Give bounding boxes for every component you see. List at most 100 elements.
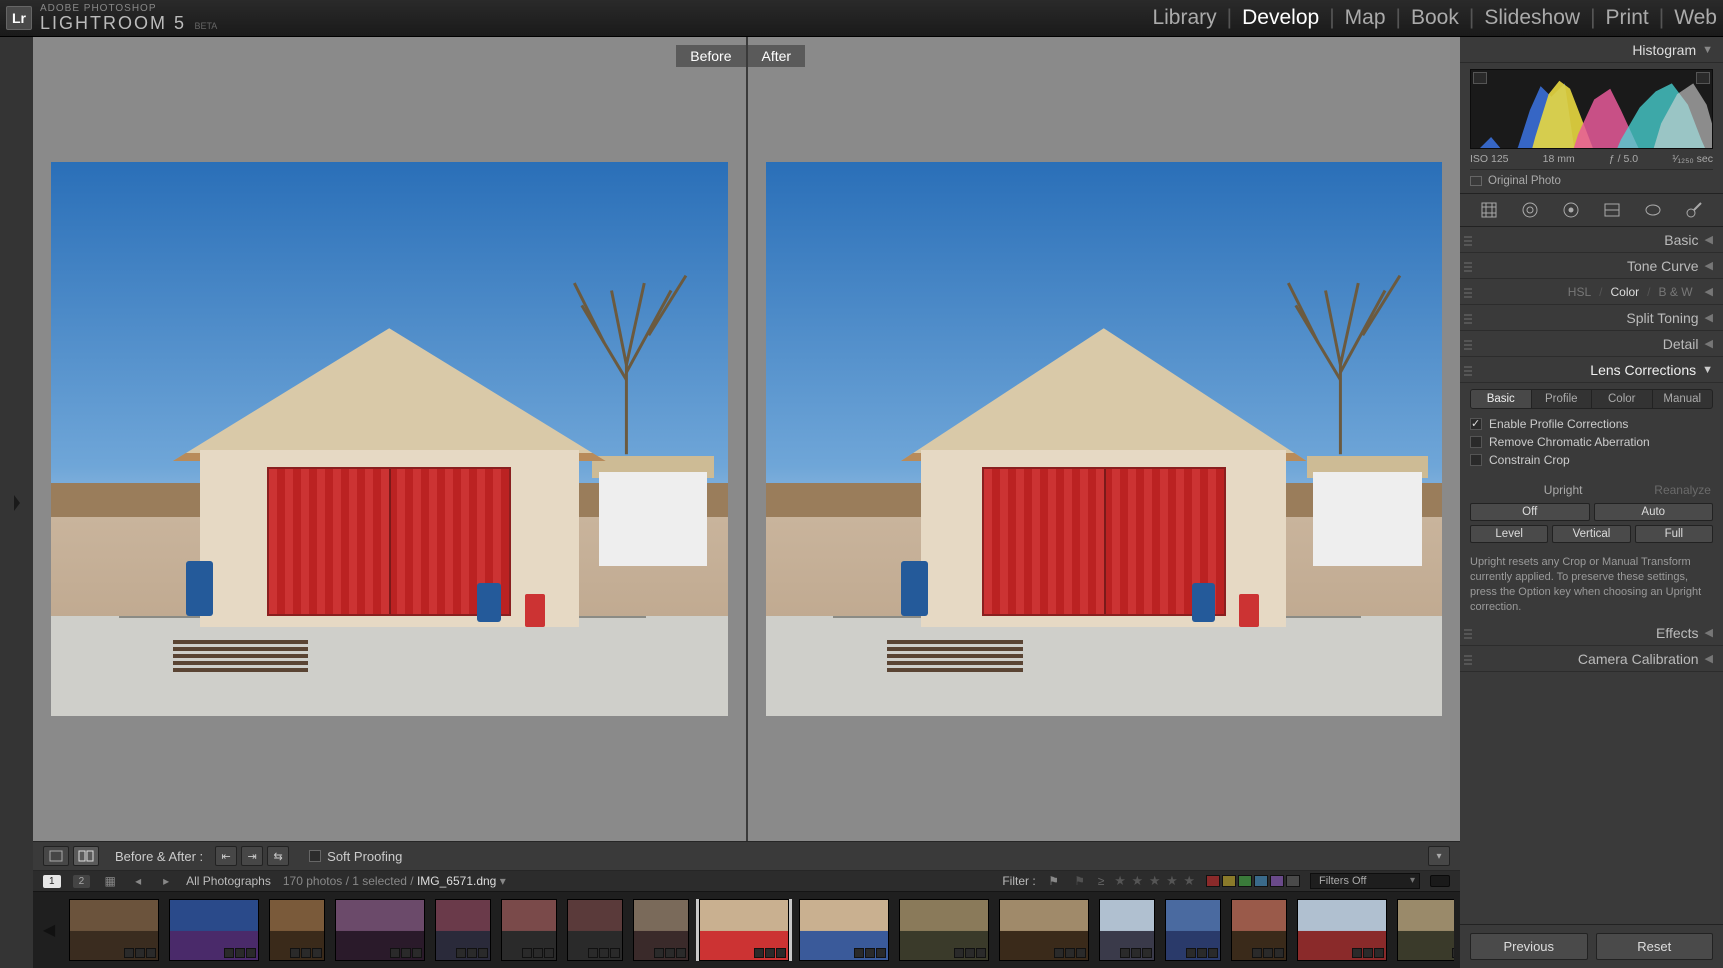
ba-copy-right-button[interactable]: ⇥ [241,846,263,866]
module-slideshow[interactable]: Slideshow [1484,6,1580,30]
upright-auto-button[interactable]: Auto [1594,503,1714,521]
enable-profile-corrections-checkbox[interactable]: Enable Profile Corrections [1470,415,1713,433]
filmstrip-thumb[interactable] [1297,899,1387,961]
filmstrip-left-handle[interactable]: ◀ [39,920,59,940]
filmstrip-thumb[interactable] [1165,899,1221,961]
camera-calibration-panel-header[interactable]: Camera Calibration◀ [1460,646,1723,672]
grid-icon[interactable]: ▦ [102,874,118,888]
filmstrip-thumb[interactable]: ★★ [435,899,491,961]
view-loupe-button[interactable] [43,846,69,866]
upright-full-button[interactable]: Full [1635,525,1713,543]
filmstrip-thumb[interactable]: ★★★★★ [1397,899,1454,961]
filmstrip-thumb[interactable]: ★★ [269,899,325,961]
filmstrip[interactable]: ◀ ★★★★★★★★★★★★★★★ [33,892,1460,968]
split-toning-panel-header[interactable]: Split Toning◀ [1460,305,1723,331]
ba-copy-left-button[interactable]: ⇤ [215,846,237,866]
filter-preset-dropdown[interactable]: Filters Off [1310,873,1420,889]
filmstrip-thumb[interactable] [999,899,1089,961]
redeye-tool-icon[interactable] [1559,198,1583,222]
color-swatch[interactable] [1222,875,1236,887]
module-nav: Library|Develop|Map|Book|Slideshow|Print… [1152,6,1717,30]
module-library[interactable]: Library [1152,6,1216,30]
reanalyze-button[interactable]: Reanalyze [1654,483,1711,497]
flag-picked-icon[interactable]: ⚑ [1046,874,1062,888]
filmstrip-filter-bar: 1 2 ▦ ◂ ▸ All Photographs 170 photos / 1… [33,871,1460,892]
star-filter[interactable]: ★ ★ ★ ★ ★ [1114,873,1196,889]
flag-rejected-icon[interactable]: ⚑ [1072,874,1088,888]
spot-tool-icon[interactable] [1518,198,1542,222]
histogram-header[interactable]: Histogram▼ [1460,37,1723,63]
brand-beta: BETA [194,21,217,31]
crop-tool-icon[interactable] [1477,198,1501,222]
module-develop[interactable]: Develop [1242,6,1319,30]
histogram[interactable] [1470,69,1713,149]
brand-title: ADOBE PHOTOSHOP LIGHTROOM 5 BETA [40,4,217,33]
module-map[interactable]: Map [1345,6,1386,30]
before-after-label: Before & After : [115,849,203,864]
module-web[interactable]: Web [1674,6,1717,30]
upright-off-button[interactable]: Off [1470,503,1590,521]
filmstrip-thumb[interactable] [1099,899,1155,961]
filmstrip-thumb[interactable] [633,899,689,961]
lens-tab-manual[interactable]: Manual [1653,390,1713,408]
radial-filter-icon[interactable] [1641,198,1665,222]
reset-button[interactable]: Reset [1596,933,1714,960]
upright-vertical-button[interactable]: Vertical [1552,525,1630,543]
grad-filter-icon[interactable] [1600,198,1624,222]
lens-panel-header[interactable]: Lens Corrections▼ [1460,357,1723,383]
nav-fwd-icon[interactable]: ▸ [158,874,174,888]
color-swatch[interactable] [1286,875,1300,887]
lens-tab-color[interactable]: Color [1592,390,1653,408]
current-filename: IMG_6571.dng [417,874,496,888]
basic-panel-header[interactable]: Basic◀ [1460,227,1723,253]
ba-swap-button[interactable]: ⇆ [267,846,289,866]
filmstrip-thumb[interactable]: ★★ [567,899,623,961]
before-pane[interactable]: Before [33,37,746,841]
tone-curve-panel-header[interactable]: Tone Curve◀ [1460,253,1723,279]
toolbar-menu-button[interactable]: ▾ [1428,846,1450,866]
filmstrip-thumb[interactable] [1231,899,1287,961]
color-swatch[interactable] [1238,875,1252,887]
filmstrip-thumb[interactable] [899,899,989,961]
upright-help-text: Upright resets any Crop or Manual Transf… [1470,549,1713,614]
lens-tab-profile[interactable]: Profile [1532,390,1593,408]
constrain-crop-checkbox[interactable]: Constrain Crop [1470,451,1713,469]
view-compare-button[interactable] [73,846,99,866]
module-book[interactable]: Book [1411,6,1459,30]
hsl-tab[interactable]: HSL [1568,285,1591,299]
color-swatch[interactable] [1254,875,1268,887]
filmstrip-thumb[interactable] [501,899,557,961]
effects-panel-header[interactable]: Effects◀ [1460,620,1723,646]
remove-chromatic-aberration-checkbox[interactable]: Remove Chromatic Aberration [1470,433,1713,451]
previous-button[interactable]: Previous [1470,933,1588,960]
original-photo-toggle[interactable]: Original Photo [1470,169,1713,193]
color-tab[interactable]: Color [1610,285,1639,299]
filter-label: Filter : [1002,874,1035,888]
color-swatch[interactable] [1270,875,1284,887]
bw-tab[interactable]: B & W [1659,285,1693,299]
monitor-1-button[interactable]: 1 [43,875,61,888]
detail-panel-header[interactable]: Detail◀ [1460,331,1723,357]
source-label[interactable]: All Photographs [186,874,271,888]
lens-tab-basic[interactable]: Basic [1471,390,1532,408]
filter-lock-toggle[interactable] [1430,875,1450,887]
nav-back-icon[interactable]: ◂ [130,874,146,888]
module-print[interactable]: Print [1606,6,1649,30]
filmstrip-thumb[interactable] [799,899,889,961]
develop-tool-strip [1460,193,1723,227]
left-panel-collapse-handle[interactable] [0,37,33,968]
before-image [51,162,728,716]
filmstrip-thumb[interactable] [69,899,159,961]
filmstrip-thumb[interactable] [699,899,789,961]
lens-tabs: BasicProfileColorManual [1470,389,1713,409]
after-pane[interactable]: After [746,37,1461,841]
soft-proofing-toggle[interactable]: Soft Proofing [309,849,402,864]
brush-tool-icon[interactable] [1682,198,1706,222]
filmstrip-thumb[interactable]: ★★ [335,899,425,961]
hsl-panel-header[interactable]: HSL/ Color/ B & W ◀ [1460,279,1723,305]
monitor-2-button[interactable]: 2 [73,875,91,888]
filmstrip-thumb[interactable]: ★★ [169,899,259,961]
color-swatch[interactable] [1206,875,1220,887]
color-label-filter[interactable] [1206,875,1300,887]
upright-level-button[interactable]: Level [1470,525,1548,543]
